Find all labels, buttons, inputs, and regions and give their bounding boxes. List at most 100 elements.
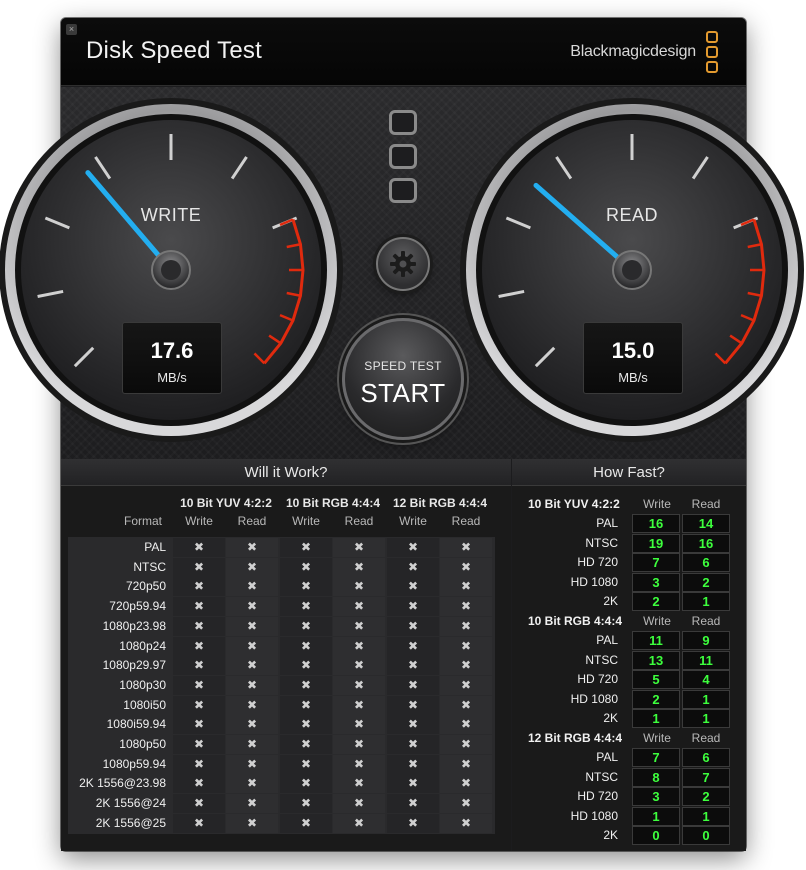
compat-x-icon: ✖ [280, 695, 332, 715]
read-gauge-hub-center [622, 260, 642, 280]
compat-x-icon: ✖ [226, 557, 278, 577]
compat-x-icon: ✖ [333, 616, 385, 636]
compat-x-icon: ✖ [440, 636, 492, 656]
how-fast-row-label: NTSC [585, 535, 618, 550]
start-button[interactable]: SPEED TEST START [342, 318, 464, 440]
start-button-caption: SPEED TEST [364, 359, 442, 373]
compat-x-icon: ✖ [173, 735, 225, 754]
read-readout: 15.0 MB/s [583, 322, 683, 394]
how-fast-section-title: 10 Bit RGB 4:4:4 [528, 614, 623, 628]
format-header: Format [124, 514, 163, 528]
how-fast-row-label: 2K [603, 828, 618, 842]
subcolumn-header: Write [292, 514, 320, 528]
write-fps-value: 13 [632, 650, 680, 670]
compat-x-icon: ✖ [173, 616, 225, 636]
read-fps-value: 6 [682, 553, 730, 572]
format-row-label: 1080p29.97 [102, 658, 166, 673]
compat-x-icon: ✖ [387, 675, 439, 695]
write-gauge-label: WRITE [140, 205, 202, 225]
write-fps-value: 7 [632, 748, 680, 767]
compat-x-icon: ✖ [333, 675, 385, 695]
settings-button[interactable] [376, 237, 430, 291]
how-fast-row-label: HD 720 [577, 789, 618, 803]
format-row-label: 2K 1556@23.98 [79, 776, 166, 791]
write-fps-value: 7 [632, 553, 680, 572]
compat-x-icon: ✖ [173, 715, 225, 735]
read-fps-value: 1 [682, 592, 730, 611]
how-fast-row-label: PAL [596, 516, 618, 530]
write-fps-value: 11 [632, 631, 680, 650]
compat-x-icon: ✖ [387, 616, 439, 636]
group-header: 12 Bit RGB 4:4:4 [392, 496, 488, 510]
format-row-label: 1080i50 [123, 697, 166, 712]
compat-x-icon: ✖ [387, 538, 439, 557]
write-speed-value: 17.6 [150, 338, 194, 363]
compat-x-icon: ✖ [440, 616, 492, 636]
brand-name: Blackmagicdesign [570, 43, 696, 60]
read-speed-unit: MB/s [618, 370, 648, 385]
how-fast-row-label: 2K [603, 711, 618, 725]
read-fps-value: 2 [682, 572, 730, 592]
compat-x-icon: ✖ [173, 597, 225, 617]
format-row-label: 1080p59.94 [102, 756, 166, 771]
write-speed-unit: MB/s [157, 370, 187, 385]
read-fps-value: 2 [682, 787, 730, 806]
close-button[interactable]: × [66, 24, 77, 35]
compat-x-icon: ✖ [387, 735, 439, 754]
subcolumn-header: Read [451, 514, 481, 528]
compat-x-icon: ✖ [226, 616, 278, 636]
compat-x-icon: ✖ [333, 597, 385, 617]
compat-x-icon: ✖ [440, 695, 492, 715]
compat-x-icon: ✖ [226, 597, 278, 617]
compat-x-icon: ✖ [333, 813, 385, 833]
read-speed-value: 15.0 [611, 338, 655, 363]
format-row-label: 720p50 [125, 579, 166, 594]
how-fast-row-label: PAL [596, 750, 618, 764]
title-bar: × Disk Speed Test Blackmagicdesign [61, 18, 746, 86]
compat-x-icon: ✖ [333, 557, 385, 577]
how-fast-row-label: HD 720 [577, 555, 618, 569]
how-fast-row-label: HD 1080 [570, 808, 618, 823]
subcolumn-header: Read [237, 514, 267, 528]
how-fast-read-header: Read [691, 731, 721, 745]
compat-x-icon: ✖ [173, 695, 225, 715]
compat-x-icon: ✖ [226, 774, 278, 794]
compat-x-icon: ✖ [280, 656, 332, 676]
compat-x-icon: ✖ [333, 715, 385, 735]
read-fps-value: 16 [682, 533, 730, 553]
compat-x-icon: ✖ [440, 597, 492, 617]
compat-x-icon: ✖ [387, 557, 439, 577]
write-fps-value: 2 [632, 689, 680, 709]
how-fast-read-header: Read [691, 614, 721, 628]
compat-x-icon: ✖ [440, 794, 492, 814]
read-fps-value: 1 [682, 806, 730, 826]
compat-x-icon: ✖ [440, 675, 492, 695]
compat-x-icon: ✖ [226, 695, 278, 715]
format-row-label: 2K 1556@25 [95, 815, 166, 830]
compat-x-icon: ✖ [440, 577, 492, 597]
compat-x-icon: ✖ [226, 538, 278, 557]
compat-x-icon: ✖ [173, 794, 225, 814]
read-fps-value: 11 [682, 650, 730, 670]
write-fps-value: 0 [632, 826, 680, 845]
write-fps-value: 1 [632, 709, 680, 728]
how-fast-read-header: Read [691, 497, 721, 511]
compat-x-icon: ✖ [280, 557, 332, 577]
format-row-label: 2K 1556@24 [95, 796, 166, 811]
read-fps-value: 1 [682, 689, 730, 709]
how-fast-row-label: NTSC [585, 769, 618, 784]
compat-x-icon: ✖ [280, 794, 332, 814]
compat-x-icon: ✖ [280, 774, 332, 794]
write-fps-value: 19 [632, 533, 680, 553]
status-indicator [389, 110, 417, 135]
compat-x-icon: ✖ [387, 774, 439, 794]
blackmagic-logo-icon [706, 31, 720, 75]
compat-x-icon: ✖ [440, 538, 492, 557]
compat-x-icon: ✖ [226, 754, 278, 774]
format-row-label: 1080p23.98 [102, 618, 166, 633]
compat-x-icon: ✖ [280, 715, 332, 735]
read-fps-value: 4 [682, 670, 730, 689]
how-fast-write-header: Write [643, 731, 671, 745]
compat-x-icon: ✖ [280, 754, 332, 774]
compat-x-icon: ✖ [226, 813, 278, 833]
